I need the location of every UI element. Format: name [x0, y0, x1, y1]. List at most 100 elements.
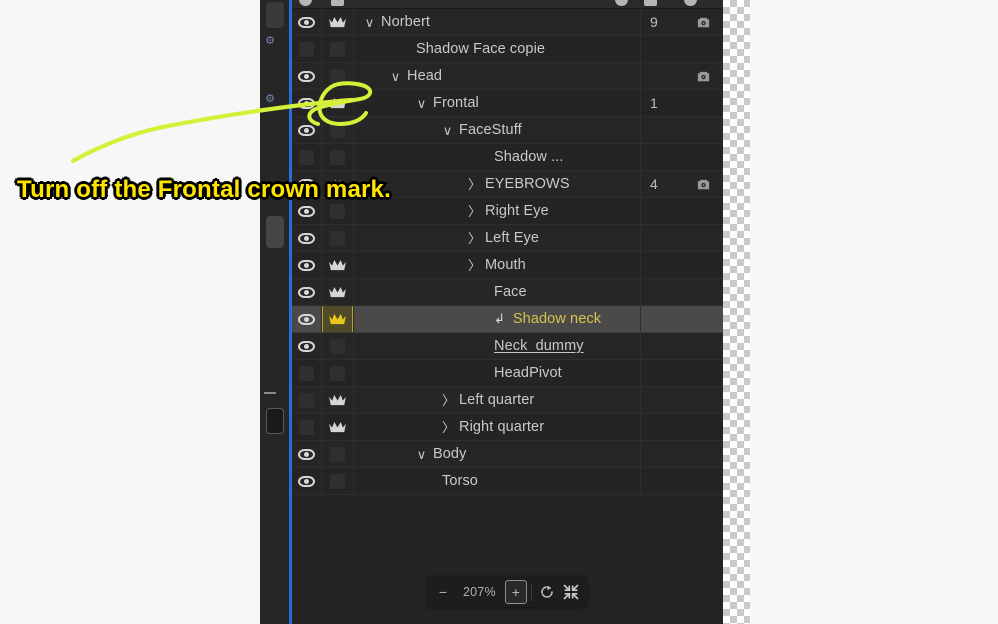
keyframe-cell[interactable] [683, 9, 723, 35]
layer-name-cell[interactable]: ∨FaceStuff [354, 117, 641, 143]
layer-row[interactable]: 〉EYEBROWS4 [292, 171, 723, 198]
chevron-right-icon[interactable]: 〉 [468, 178, 479, 191]
crown-toggle-facestuff[interactable] [322, 117, 354, 143]
layer-row[interactable]: HeadPivot [292, 360, 723, 387]
layer-row[interactable]: Shadow Face copie [292, 36, 723, 63]
chevron-right-icon[interactable]: 〉 [468, 232, 479, 245]
keyframe-cell[interactable] [683, 117, 723, 143]
visibility-toggle-left-quarter[interactable] [292, 387, 322, 413]
keyframe-cell[interactable] [683, 171, 723, 197]
header-count-icon[interactable] [615, 0, 628, 6]
layer-row[interactable]: ∨Head [292, 63, 723, 90]
layer-row[interactable]: Torso [292, 468, 723, 495]
visibility-toggle-facestuff[interactable] [292, 117, 322, 143]
rail-glyph-icon-2[interactable]: ⚙ [263, 92, 277, 106]
layer-row[interactable]: Neck_dummy [292, 333, 723, 360]
crown-toggle-headpivot[interactable] [322, 360, 354, 386]
keyframe-cell[interactable] [683, 441, 723, 467]
rail-glyph-icon-1[interactable]: ⚙ [263, 34, 277, 48]
layer-name-cell[interactable]: Shadow ... [354, 144, 641, 170]
layer-name-cell[interactable]: 〉EYEBROWS [354, 171, 641, 197]
visibility-toggle-torso[interactable] [292, 468, 322, 494]
visibility-toggle-body[interactable] [292, 441, 322, 467]
chevron-down-icon[interactable]: ∨ [442, 124, 453, 137]
keyframe-cell[interactable] [683, 198, 723, 224]
keyframe-cell[interactable] [683, 63, 723, 89]
layer-row-list[interactable]: ∨Norbert9Shadow Face copie∨Head∨Frontal1… [292, 9, 723, 495]
keyframe-cell[interactable] [683, 468, 723, 494]
keyframe-cell[interactable] [683, 333, 723, 359]
keyframe-cell[interactable] [683, 225, 723, 251]
visibility-toggle-face[interactable] [292, 279, 322, 305]
layer-name-cell[interactable]: ∨Head [354, 63, 641, 89]
crown-toggle-left-eye[interactable] [322, 225, 354, 251]
visibility-toggle-right-eye[interactable] [292, 198, 322, 224]
layer-name-cell[interactable]: ∨Norbert [354, 9, 641, 35]
fit-to-screen-button[interactable] [560, 580, 582, 604]
reset-rotation-button[interactable] [536, 580, 558, 604]
layer-row[interactable]: 〉Right quarter [292, 414, 723, 441]
rail-chip-top[interactable] [266, 2, 284, 28]
crown-toggle-torso[interactable] [322, 468, 354, 494]
crown-toggle-frontal[interactable] [322, 90, 354, 116]
visibility-toggle-shadow-face-copie[interactable] [292, 36, 322, 62]
header-eye-icon[interactable] [299, 0, 312, 6]
rail-chip-middle[interactable] [266, 216, 284, 248]
crown-toggle-norbert[interactable] [322, 9, 354, 35]
visibility-toggle-shadow-[interactable] [292, 144, 322, 170]
layer-row[interactable]: Shadow ... [292, 144, 723, 171]
layer-name-cell[interactable]: Face [354, 279, 641, 305]
crown-toggle-right-quarter[interactable] [322, 414, 354, 440]
layer-name-cell[interactable]: ∨Frontal [354, 90, 641, 116]
keyframe-cell[interactable] [683, 36, 723, 62]
crown-toggle-shadow-[interactable] [322, 144, 354, 170]
visibility-toggle-frontal[interactable] [292, 90, 322, 116]
keyframe-cell[interactable] [683, 360, 723, 386]
keyframe-cell[interactable] [683, 90, 723, 116]
layer-row[interactable]: ∨Norbert9 [292, 9, 723, 36]
layer-name-cell[interactable]: 〉Right quarter [354, 414, 641, 440]
crown-toggle-mouth[interactable] [322, 252, 354, 278]
chevron-right-icon[interactable]: 〉 [468, 259, 479, 272]
layer-name-cell[interactable]: 〉Left Eye [354, 225, 641, 251]
layer-row[interactable]: Face [292, 279, 723, 306]
crown-toggle-shadow-neck[interactable] [322, 306, 354, 332]
crown-toggle-shadow-face-copie[interactable] [322, 36, 354, 62]
visibility-toggle-shadow-neck[interactable] [292, 306, 322, 332]
keyframe-cell[interactable] [683, 252, 723, 278]
layer-name-cell[interactable]: 〉Right Eye [354, 198, 641, 224]
crown-toggle-face[interactable] [322, 279, 354, 305]
crown-toggle-head[interactable] [322, 63, 354, 89]
layer-name-cell[interactable]: ↲Shadow neck [354, 306, 641, 332]
crown-toggle-right-eye[interactable] [322, 198, 354, 224]
crown-toggle-body[interactable] [322, 441, 354, 467]
visibility-toggle-norbert[interactable] [292, 9, 322, 35]
zoom-toolbar[interactable]: − 207% + [427, 576, 587, 607]
visibility-toggle-mouth[interactable] [292, 252, 322, 278]
layer-row[interactable]: ∨Body [292, 441, 723, 468]
chevron-down-icon[interactable]: ∨ [364, 16, 375, 29]
visibility-toggle-head[interactable] [292, 63, 322, 89]
chevron-down-icon[interactable]: ∨ [390, 70, 401, 83]
visibility-toggle-neck-dummy[interactable] [292, 333, 322, 359]
header-crown-icon[interactable] [331, 0, 344, 6]
layer-row[interactable]: 〉Left Eye [292, 225, 723, 252]
chevron-right-icon[interactable]: 〉 [442, 421, 453, 434]
chevron-down-icon[interactable]: ∨ [416, 448, 427, 461]
crown-toggle-eyebrows[interactable] [322, 171, 354, 197]
visibility-toggle-left-eye[interactable] [292, 225, 322, 251]
layer-name-cell[interactable]: Neck_dummy [354, 333, 641, 359]
header-extra-icon[interactable] [684, 0, 697, 6]
keyframe-cell[interactable] [683, 279, 723, 305]
layer-row[interactable]: ∨Frontal1 [292, 90, 723, 117]
keyframe-cell[interactable] [683, 414, 723, 440]
layer-name-cell[interactable]: Shadow Face copie [354, 36, 641, 62]
layer-name-cell[interactable]: ∨Body [354, 441, 641, 467]
crown-toggle-neck-dummy[interactable] [322, 333, 354, 359]
visibility-toggle-headpivot[interactable] [292, 360, 322, 386]
chevron-right-icon[interactable]: 〉 [442, 394, 453, 407]
layer-name-cell[interactable]: 〉Left quarter [354, 387, 641, 413]
zoom-in-button[interactable]: + [505, 580, 527, 604]
tool-rail[interactable]: ⚙ ⚙ [260, 0, 291, 624]
visibility-toggle-eyebrows[interactable] [292, 171, 322, 197]
